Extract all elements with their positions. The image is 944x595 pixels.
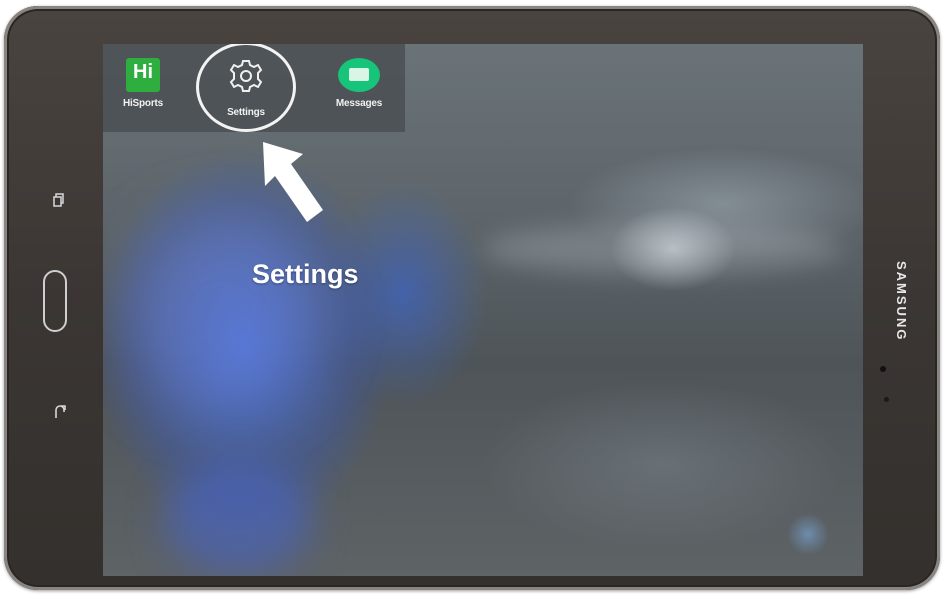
back-button[interactable] (52, 402, 68, 422)
app-label: Messages (335, 98, 383, 109)
annotation-caption: Settings (252, 259, 359, 289)
app-messages[interactable]: Messages (319, 50, 399, 109)
chat-bubble-icon (338, 58, 380, 92)
background-blur (483, 224, 843, 274)
background-blur (123, 214, 323, 414)
sensor-dot (880, 366, 886, 372)
app-launcher-bar: Hi HiSports Settings Messages (103, 44, 405, 132)
tablet-screen: Hi HiSports Settings Messages Settings (103, 44, 863, 576)
highlight-circle (196, 44, 296, 132)
home-button[interactable] (43, 270, 67, 332)
recent-apps-button[interactable] (52, 192, 68, 212)
camera-dot (884, 397, 889, 402)
pointer-arrow-icon (263, 142, 323, 222)
app-label: HiSports (122, 98, 164, 109)
app-hisports[interactable]: Hi HiSports (103, 50, 183, 109)
tablet-device: SAMSUNG Hi HiSports Settings Messages Se… (4, 6, 940, 590)
background-blur (163, 464, 313, 574)
brand-logo: SAMSUNG (894, 261, 909, 342)
hisports-icon: Hi (126, 58, 160, 92)
